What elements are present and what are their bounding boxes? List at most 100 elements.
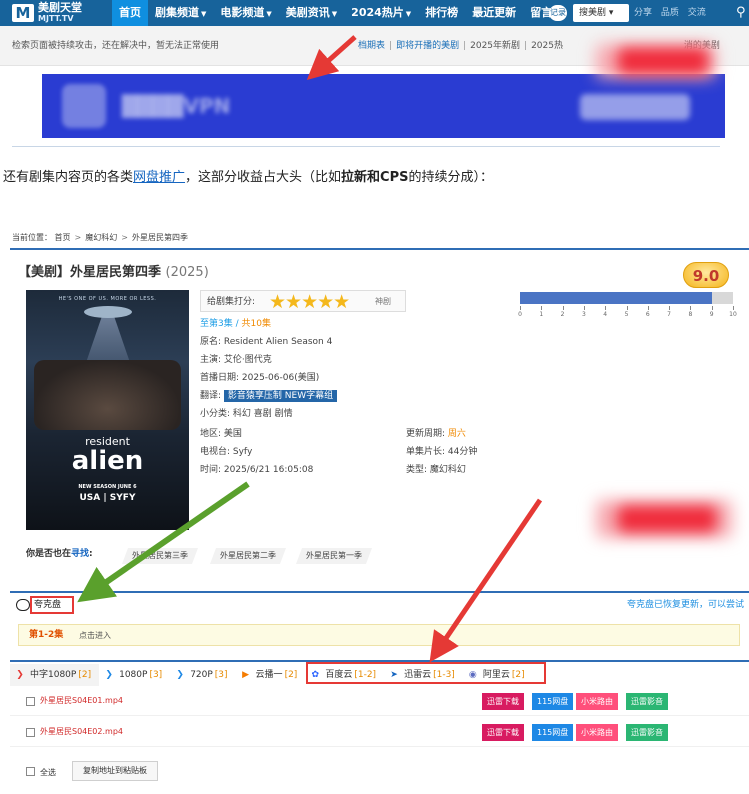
header-link-chat[interactable]: 交流 [688, 8, 706, 18]
copy-links-button[interactable]: 复制地址到粘贴板 [72, 761, 158, 781]
caret-down-icon: ▼ [266, 10, 272, 18]
source-tab-label: 1080P [119, 670, 148, 680]
nav-item[interactable]: 2024热片 ▼ [344, 0, 418, 26]
download-button[interactable]: 迅雷下载 [482, 693, 524, 710]
rating-tick-label: 0 [518, 311, 522, 318]
episode-range[interactable]: 第1-2集 [29, 629, 63, 641]
rating-stars[interactable]: ★★★★★ [269, 292, 350, 312]
redaction-blur [618, 48, 708, 74]
related-tag[interactable]: 外星居民第二季 [210, 548, 286, 564]
file-name[interactable]: 外星居民S04E01.mp4 [40, 695, 123, 707]
nav-item[interactable]: 剧集频道 ▼ [148, 0, 213, 26]
rating-widget: 给剧集打分: ★★★★★ 神剧 [200, 290, 406, 312]
rating-tick-label: 10 [729, 311, 737, 318]
source-tab[interactable]: ❯ 中字1080P [2] [10, 664, 100, 686]
nav-item-label: 电影频道 [220, 6, 265, 19]
download-button[interactable]: 小米路由 [576, 724, 618, 741]
download-button[interactable]: 小米路由 [576, 693, 618, 710]
breadcrumb-home[interactable]: 首页 [55, 233, 71, 242]
source-tab[interactable]: ❯ 720P [3] [170, 664, 235, 686]
file-checkbox[interactable] [26, 728, 35, 737]
rating-tick [669, 306, 671, 310]
enter-link[interactable]: 点击进入 [79, 630, 111, 642]
nav-item[interactable]: 美剧资讯 ▼ [279, 0, 344, 26]
logo-name: 美剧天堂 [38, 1, 82, 14]
source-tab[interactable]: ❯ 1080P [3] [99, 664, 170, 686]
poster-image: HE'S ONE OF US. MORE OR LESS. resident a… [26, 290, 189, 530]
download-button[interactable]: 115网盘 [532, 693, 574, 710]
header-link-share[interactable]: 分享 [634, 8, 652, 18]
rating-tick [562, 306, 564, 310]
notice-link-2025-hot[interactable]: 2025热 [531, 41, 563, 51]
site-logo[interactable]: M 美剧天堂 MJTT.TV [12, 2, 104, 24]
file-list-footer: 全选 复制地址到粘贴板 [10, 758, 749, 788]
download-button[interactable]: 迅雷下载 [482, 724, 524, 741]
rating-tick-label: 6 [645, 311, 650, 318]
quality-icon: ❯ [176, 670, 184, 680]
rating-tick-label: 5 [624, 311, 629, 318]
history-button[interactable]: 记录 [549, 5, 567, 21]
search-icon[interactable]: ⚲ [736, 4, 746, 22]
ad-banner-blurred[interactable]: ████VPN [42, 74, 725, 138]
notice-text: 检索页面被持续攻击，还在解决中，暂无法正常使用 [12, 41, 220, 51]
source-tab-count: [2] [284, 670, 298, 680]
breadcrumb-current: 外星居民第四季 [131, 233, 188, 242]
header-link-quality[interactable]: 品质 [661, 8, 679, 18]
breadcrumb-category[interactable]: 魔幻科幻 [85, 233, 117, 242]
poster-word-alien: alien [71, 446, 144, 476]
episode-current: 至第3集 [200, 319, 233, 329]
chevron-right-icon: > [74, 233, 82, 242]
notice-link-2025-new[interactable]: 2025年新剧 [470, 41, 520, 51]
rating-tick [647, 306, 649, 310]
separator: | [389, 41, 393, 51]
separator: | [524, 41, 528, 51]
caret-down-icon: ▼ [405, 10, 412, 18]
quality-icon: ❯ [105, 670, 113, 680]
ad-button-blurred [580, 94, 690, 120]
runtime: 单集片长: 44分钟 [406, 447, 478, 457]
network: 电视台: Syfy [200, 447, 253, 457]
search-category-value: 搜美剧 [579, 8, 607, 18]
premiere-date: 首播日期: 2025-06-06(美国) [200, 373, 320, 383]
ad-logo [62, 84, 106, 128]
divider [10, 591, 749, 593]
main-nav: 首页 剧集频道 ▼ 电影频道 ▼ 美剧资讯 ▼ 2024热片 ▼ 排行榜 最近更新 留言 [112, 0, 559, 26]
download-button[interactable]: 迅雷影音 [626, 693, 668, 710]
rating-bar [520, 292, 733, 304]
source-tab[interactable]: ▶ 云播一 [2] [236, 664, 306, 686]
translation-badge[interactable]: 影音猿享压制 NEW字幕组 [223, 390, 338, 402]
chevron-right-icon: > [121, 233, 128, 242]
caption-link[interactable]: 网盘推广 [133, 170, 185, 185]
nav-item[interactable]: 最近更新 [465, 0, 523, 26]
select-all-checkbox[interactable] [26, 767, 35, 776]
translation: 翻译: 影音猿享压制 NEW字幕组 [200, 390, 338, 402]
cast: 主演: 艾伦·图代克 [200, 355, 272, 365]
episode-panel[interactable]: 第1-2集 点击进入 [18, 624, 740, 646]
file-checkbox[interactable] [26, 697, 35, 706]
rating-tick-label: 3 [581, 311, 586, 318]
nav-item[interactable]: 首页 [112, 0, 148, 26]
notice-link-upcoming[interactable]: 即将开播的美剧 [396, 41, 459, 51]
nav-item-label: 剧集频道 [155, 6, 199, 19]
related-prompt-link[interactable]: 寻找 [71, 549, 89, 559]
separator: | [463, 41, 467, 51]
nav-item-label: 首页 [119, 6, 141, 19]
search-category-select[interactable]: 搜美剧 ▾ [573, 4, 629, 22]
download-button[interactable]: 迅雷影音 [626, 724, 668, 741]
related-tag[interactable]: 外星居民第一季 [296, 548, 372, 564]
logo-mark: M [12, 4, 34, 22]
play-icon: ▶ [242, 670, 249, 680]
nav-item[interactable]: 电影频道 ▼ [213, 0, 278, 26]
nav-item[interactable]: 排行榜 [418, 0, 465, 26]
separator: / [232, 319, 242, 329]
notice-link-schedule[interactable]: 档期表 [358, 41, 385, 51]
file-name[interactable]: 外星居民S04E02.mp4 [40, 726, 123, 738]
rating-tick-label: 4 [603, 311, 608, 318]
nav-item-label: 最近更新 [472, 6, 517, 19]
breadcrumb-label: 当前位置： [12, 233, 52, 242]
episode-progress: 至第3集 / 共10集 [200, 318, 271, 330]
related-tag[interactable]: 外星居民第三季 [122, 548, 198, 564]
original-name: 原名: Resident Alien Season 4 [200, 337, 333, 347]
download-button[interactable]: 115网盘 [532, 724, 574, 741]
quality-icon: ❯ [16, 670, 24, 680]
